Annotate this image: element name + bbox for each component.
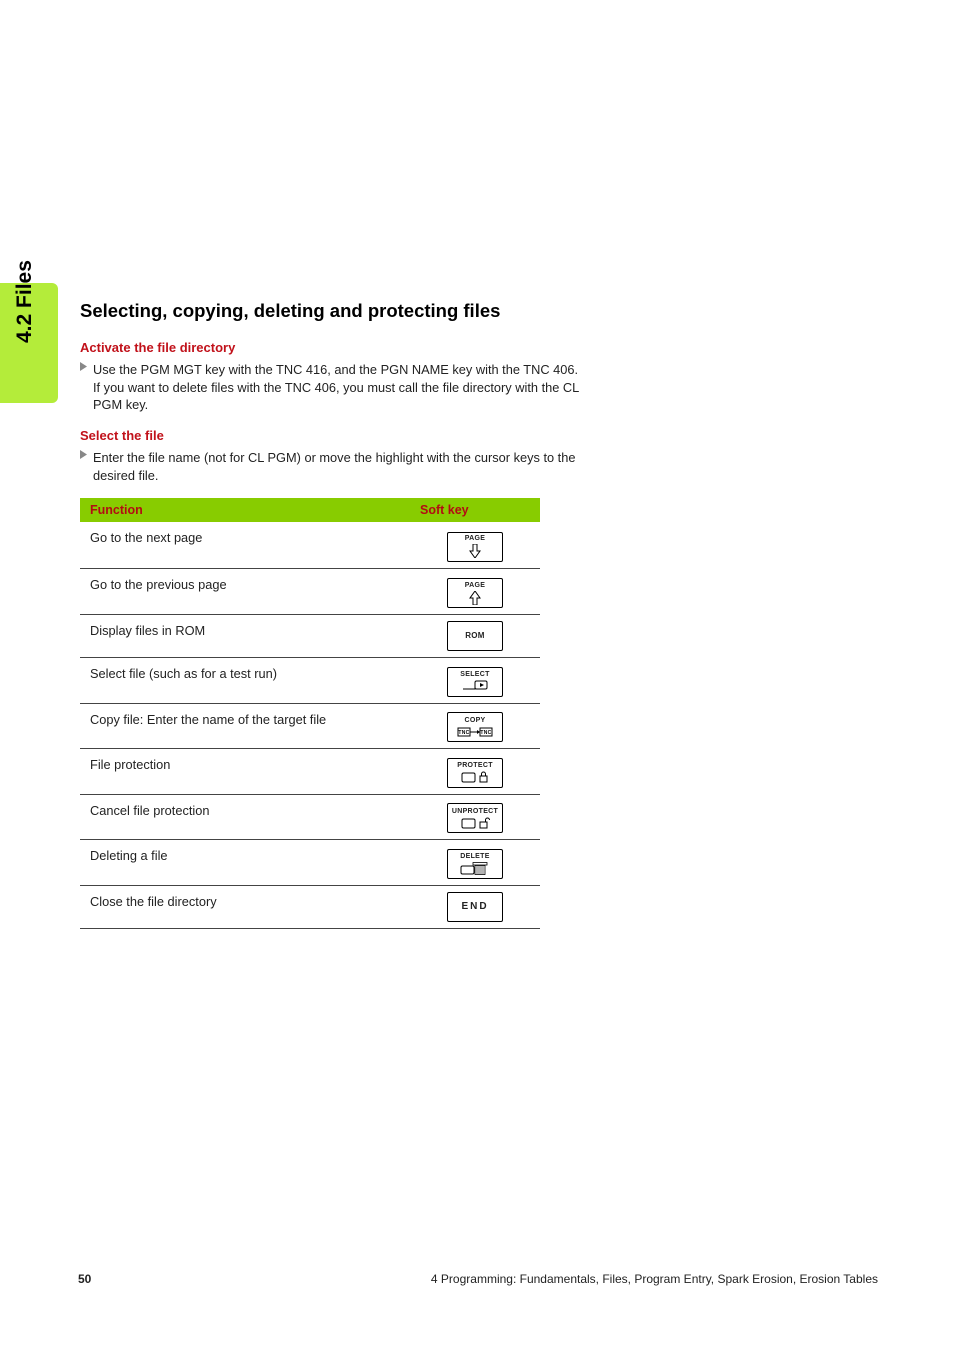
softkey-delete[interactable]: DELETE (447, 849, 503, 879)
function-cell: Close the file directory (80, 886, 410, 929)
softkey-label: PAGE (465, 582, 486, 589)
softkey-cell: COPY TNC TNC (410, 703, 540, 749)
arrow-down-icon (469, 544, 481, 558)
softkey-label: PAGE (465, 535, 486, 542)
block-select: Select the file Enter the file name (not… (80, 428, 880, 484)
softkey-cell: SELECT (410, 658, 540, 704)
bullet-caret-icon (80, 362, 87, 371)
softkey-cell: PAGE (410, 568, 540, 615)
select-icon (461, 680, 489, 692)
softkey-label: COPY (464, 717, 485, 724)
table-row: Go to the previous page PAGE (80, 568, 540, 615)
main-content: Selecting, copying, deleting and protect… (80, 300, 880, 929)
softkey-page[interactable]: PAGE (447, 578, 503, 608)
bullet-text-activate: Use the PGM MGT key with the TNC 416, an… (93, 361, 581, 414)
softkey-cell: END (410, 886, 540, 929)
side-tab: 4.2 Files (0, 283, 58, 403)
softkey-page[interactable]: PAGE (447, 532, 503, 562)
table-row: Cancel file protection UNPROTECT (80, 794, 540, 840)
softkey-cell: UNPROTECT (410, 794, 540, 840)
softkey-cell: ROM (410, 615, 540, 658)
softkey-label: SELECT (460, 671, 489, 678)
table-row: File protection PROTECT (80, 749, 540, 795)
page-number: 50 (78, 1272, 91, 1286)
arrow-up-icon (469, 591, 481, 605)
function-cell: Copy file: Enter the name of the target … (80, 703, 410, 749)
copy-icon: TNC TNC (457, 726, 493, 738)
delete-icon (459, 862, 491, 875)
softkey-cell: PAGE (410, 522, 540, 568)
unprotect-icon (460, 817, 490, 829)
table-row: Copy file: Enter the name of the target … (80, 703, 540, 749)
softkey-cell: DELETE (410, 840, 540, 886)
protect-icon (460, 771, 490, 783)
softkey-protect[interactable]: PROTECT (447, 758, 503, 788)
softkey-rom[interactable]: ROM (447, 621, 503, 651)
bullet-text-select: Enter the file name (not for CL PGM) or … (93, 449, 581, 484)
side-tab-label: 4.2 Files (13, 260, 37, 343)
col-header-softkey: Soft key (410, 498, 540, 522)
softkey-cell: PROTECT (410, 749, 540, 795)
function-cell: Select file (such as for a test run) (80, 658, 410, 704)
function-cell: Deleting a file (80, 840, 410, 886)
svg-text:TNC: TNC (458, 730, 469, 736)
softkey-label: PROTECT (457, 762, 493, 769)
section-title: Selecting, copying, deleting and protect… (80, 300, 880, 322)
softkey-label: ROM (465, 632, 485, 640)
block-activate: Activate the file directory Use the PGM … (80, 340, 880, 414)
col-header-function: Function (80, 498, 410, 522)
table-row: Select file (such as for a test run) SELE… (80, 658, 540, 704)
table-row: Close the file directory END (80, 886, 540, 929)
table-row: Display files in ROM ROM (80, 615, 540, 658)
softkey-unprotect[interactable]: UNPROTECT (447, 803, 503, 833)
table-row: Deleting a file DELETE (80, 840, 540, 886)
function-cell: Cancel file protection (80, 794, 410, 840)
table-row: Go to the next page PAGE (80, 522, 540, 568)
function-cell: Go to the next page (80, 522, 410, 568)
softkey-copy[interactable]: COPY TNC TNC (447, 712, 503, 742)
page-footer: 50 4 Programming: Fundamentals, Files, P… (78, 1272, 878, 1286)
softkey-label: END (461, 902, 488, 912)
softkey-label: DELETE (460, 853, 489, 860)
subheading-select: Select the file (80, 428, 880, 443)
softkey-select[interactable]: SELECT (447, 667, 503, 697)
function-cell: Display files in ROM (80, 615, 410, 658)
softkey-label: UNPROTECT (452, 808, 498, 815)
function-cell: Go to the previous page (80, 568, 410, 615)
svg-text:TNC: TNC (480, 730, 491, 736)
subheading-activate: Activate the file directory (80, 340, 880, 355)
function-cell: File protection (80, 749, 410, 795)
softkey-end[interactable]: END (447, 892, 503, 922)
bullet-caret-icon (80, 450, 87, 459)
softkey-table: Function Soft key Go to the next page PAG… (80, 498, 540, 929)
chapter-label: 4 Programming: Fundamentals, Files, Prog… (431, 1272, 878, 1286)
